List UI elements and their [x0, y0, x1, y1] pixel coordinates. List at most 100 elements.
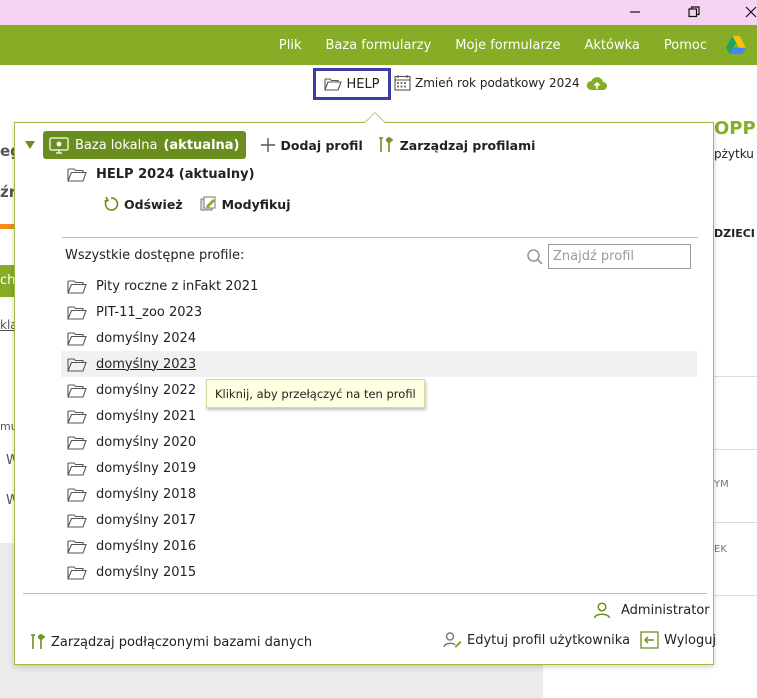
local-base-row: Baza lokalna (aktualna) Dodaj profil Zar… — [25, 131, 535, 159]
profile-list-item[interactable]: domyślny 2015 — [61, 559, 697, 585]
profile-dropdown: Baza lokalna (aktualna) Dodaj profil Zar… — [14, 112, 716, 665]
help-profile-label: HELP — [346, 76, 380, 92]
folder-open-icon — [67, 513, 87, 528]
menu-plik[interactable]: Plik — [267, 38, 314, 53]
current-user: Administrator — [593, 601, 710, 619]
local-base-button[interactable]: Baza lokalna (aktualna) — [43, 131, 246, 159]
cloud-sync-icon[interactable] — [586, 75, 608, 93]
logout-button[interactable]: Wyloguj — [640, 631, 716, 649]
profile-name: PIT-11_zoo 2023 — [96, 304, 203, 320]
bg-divider — [714, 449, 757, 450]
restore-icon — [688, 6, 700, 18]
profile-list-item[interactable]: domyślny 2020 — [61, 429, 697, 455]
tools-icon — [378, 137, 393, 152]
folder-open-icon — [67, 168, 87, 182]
window-titlebar — [0, 0, 757, 25]
profile-name: domyślny 2021 — [96, 408, 197, 424]
bg-fragment: DZIECI — [714, 227, 755, 240]
folder-open-icon — [67, 409, 87, 424]
folder-open-icon — [67, 383, 87, 398]
folder-open-icon — [67, 565, 87, 580]
profile-list-item[interactable]: domyślny 2023 — [61, 351, 697, 377]
divider — [62, 237, 698, 238]
manage-profiles-label: Zarządzaj profilami — [399, 137, 536, 153]
manage-databases-label: Zarządzaj podłączonymi bazami danych — [51, 634, 313, 650]
current-profile-label: HELP 2024 (aktualny) — [96, 167, 255, 182]
profile-name: domyślny 2015 — [96, 564, 197, 580]
google-drive-icon[interactable] — [725, 35, 747, 55]
bg-fragment: W — [6, 453, 14, 468]
restore-button[interactable] — [684, 3, 704, 21]
search-icon — [527, 248, 543, 265]
folder-open-icon — [67, 435, 87, 450]
bg-fragment: W — [6, 493, 14, 508]
refresh-icon — [104, 196, 119, 211]
modify-icon — [200, 196, 216, 211]
bg-fragment: EK — [714, 544, 727, 555]
user-actions: Edytuj profil użytkownika Wyloguj — [443, 631, 716, 649]
switch-profile-tooltip: Kliknij, aby przełączyć na ten profil — [206, 379, 425, 408]
profile-name: domyślny 2020 — [96, 434, 197, 450]
help-profile-button[interactable]: HELP — [313, 68, 391, 100]
folder-open-icon — [67, 279, 87, 294]
bg-fragment: kla — [0, 318, 14, 332]
folder-open-icon — [324, 78, 343, 91]
logout-label: Wyloguj — [664, 632, 717, 648]
folder-open-icon — [67, 487, 87, 502]
bg-orange-bar — [0, 224, 14, 229]
profile-list-item[interactable]: Pity roczne z inFakt 2021 — [61, 273, 697, 299]
monitor-icon — [49, 136, 69, 154]
edit-user-profile-button[interactable]: Edytuj profil użytkownika — [443, 631, 630, 649]
dropdown-caret — [364, 112, 386, 123]
menu-baza-formularzy[interactable]: Baza formularzy — [314, 38, 444, 53]
profile-name: domyślny 2023 — [96, 356, 197, 372]
menu-moje-formularze[interactable]: Moje formularze — [443, 38, 572, 53]
main-menubar: Plik Baza formularzy Moje formularze Akt… — [0, 25, 757, 65]
bg-fragment: eg — [0, 142, 14, 160]
bg-fragment: cho — [0, 265, 14, 297]
menu-aktowka[interactable]: Aktówka — [573, 38, 652, 53]
plus-icon — [260, 138, 275, 152]
user-icon — [593, 602, 611, 619]
minimize-button[interactable] — [625, 3, 645, 21]
add-profile-label: Dodaj profil — [280, 137, 363, 153]
folder-open-icon — [67, 357, 87, 372]
profile-list-item[interactable]: domyślny 2019 — [61, 455, 697, 481]
profile-name: domyślny 2018 — [96, 486, 197, 502]
add-profile-button[interactable]: Dodaj profil — [260, 137, 363, 153]
folder-open-icon — [67, 331, 87, 346]
change-tax-year-button[interactable]: Zmień rok podatkowy 2024 — [394, 74, 580, 91]
profile-name: domyślny 2017 — [96, 512, 197, 528]
bg-divider — [714, 522, 757, 523]
profile-list-item[interactable]: domyślny 2017 — [61, 507, 697, 533]
local-base-label: Baza lokalna — [75, 137, 158, 153]
profile-list-item[interactable]: domyślny 2018 — [61, 481, 697, 507]
user-edit-icon — [443, 632, 462, 648]
folder-open-icon — [67, 539, 87, 554]
modify-button[interactable]: Modyfikuj — [199, 196, 291, 212]
logout-icon — [640, 631, 659, 649]
bg-divider — [714, 595, 757, 596]
profile-list-item[interactable]: PIT-11_zoo 2023 — [61, 299, 697, 325]
folder-open-icon — [67, 461, 87, 476]
menu-pomoc[interactable]: Pomoc — [652, 38, 719, 53]
all-profiles-label: Wszystkie dostępne profile: — [65, 248, 245, 263]
refresh-label: Odśwież — [124, 196, 183, 212]
manage-databases-button[interactable]: Zarządzaj podłączonymi bazami danych — [29, 633, 312, 651]
close-button[interactable] — [741, 3, 757, 21]
manage-profiles-button[interactable]: Zarządzaj profilami — [377, 136, 536, 154]
divider — [23, 593, 707, 594]
current-profile[interactable]: HELP 2024 (aktualny) — [67, 167, 255, 182]
current-profile-actions: Odśwież Modyfikuj — [103, 196, 291, 212]
local-base-status: (aktualna) — [163, 137, 240, 153]
profile-search-input[interactable] — [548, 244, 691, 269]
collapse-triangle-icon[interactable] — [25, 141, 35, 149]
bg-fragment: pżytku — [714, 147, 754, 161]
profile-list-item[interactable]: domyślny 2016 — [61, 533, 697, 559]
profile-name: domyślny 2024 — [96, 330, 197, 346]
profile-list: Pity roczne z inFakt 2021 PIT-11_zoo 2023… — [61, 273, 697, 585]
close-icon — [745, 6, 757, 18]
refresh-button[interactable]: Odśwież — [103, 196, 183, 212]
profile-name: domyślny 2022 — [96, 382, 197, 398]
profile-list-item[interactable]: domyślny 2024 — [61, 325, 697, 351]
